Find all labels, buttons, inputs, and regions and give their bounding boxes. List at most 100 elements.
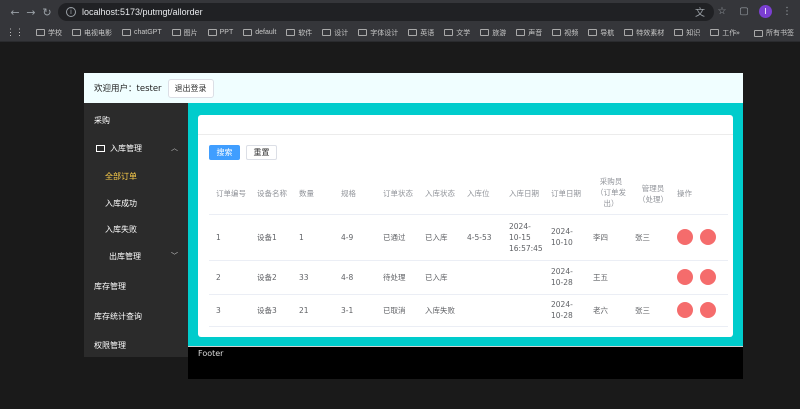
folder-icon bbox=[322, 29, 332, 36]
welcome-text: 欢迎用户：tester bbox=[94, 84, 162, 94]
column-header-line: 采购员 bbox=[599, 177, 623, 186]
bookmark-item[interactable]: 旅游 bbox=[480, 28, 506, 38]
folder-icon bbox=[72, 29, 81, 36]
column-header-line: 操作 bbox=[677, 189, 692, 198]
folder-icon bbox=[754, 29, 763, 37]
bookmark-item[interactable]: 文学 bbox=[444, 28, 470, 38]
date-cell: 2024- 10-15 16:57:45 bbox=[509, 221, 543, 254]
sidebar-item-all-orders[interactable]: 全部订单 bbox=[84, 167, 188, 185]
profile-avatar[interactable]: I bbox=[759, 4, 772, 18]
column-header: 操作 bbox=[677, 188, 692, 199]
address-bar[interactable]: i localhost:5173/putmgt/allorder bbox=[58, 3, 714, 21]
delete-button[interactable] bbox=[700, 229, 716, 245]
bookmark-label: 特效素材 bbox=[636, 29, 665, 37]
edit-button[interactable] bbox=[677, 229, 693, 245]
footer: Footer bbox=[188, 347, 743, 379]
logout-button[interactable]: 退出登录 bbox=[167, 78, 214, 98]
bookmark-item[interactable]: 导航 bbox=[588, 28, 614, 38]
bookmark-item[interactable]: default bbox=[243, 28, 276, 38]
folder-icon bbox=[36, 29, 45, 36]
table-cell: 老六 bbox=[593, 306, 608, 315]
edit-button[interactable] bbox=[677, 302, 693, 318]
bookmark-item[interactable]: 软件 bbox=[286, 28, 312, 38]
column-header: 数量 bbox=[299, 188, 314, 199]
folder-icon bbox=[444, 29, 454, 36]
delete-button[interactable] bbox=[700, 269, 716, 285]
sidebar-item-inbound-success[interactable]: 入库成功 bbox=[84, 194, 188, 212]
bookmarks-more-icon[interactable]: » bbox=[736, 29, 740, 37]
search-button[interactable]: 搜索 bbox=[209, 145, 240, 160]
table-cell: 设备2 bbox=[257, 273, 277, 282]
date-cell-line: 16:57:45 bbox=[509, 243, 543, 253]
bookmark-label: PPT bbox=[219, 29, 234, 36]
row-divider bbox=[209, 326, 728, 327]
table-cell: 3-1 bbox=[341, 306, 354, 315]
translate-icon[interactable]: 文 bbox=[693, 4, 707, 19]
folder-icon bbox=[480, 29, 490, 36]
sidebar-item-stock[interactable]: 库存管理 bbox=[84, 277, 188, 295]
delete-button[interactable] bbox=[700, 302, 716, 318]
sidebar-item-inbound-failed[interactable]: 入库失败 bbox=[84, 220, 188, 238]
date-cell-line: 10-28 bbox=[551, 278, 573, 287]
bookmark-item[interactable]: 电视电影 bbox=[72, 28, 112, 38]
column-header-line: 管理员 bbox=[641, 184, 665, 193]
table-cell: 已通过 bbox=[383, 233, 406, 242]
bookmark-label: 旅游 bbox=[492, 29, 507, 37]
menu-icon[interactable]: ⋮ bbox=[780, 4, 794, 18]
table-cell: 21 bbox=[299, 306, 309, 315]
sidebar-item-label: 库存统计查询 bbox=[94, 311, 142, 321]
bookmark-label: 文学 bbox=[456, 29, 471, 37]
sidebar-item-label: 采购 bbox=[94, 115, 110, 125]
bookmark-item[interactable]: 设计 bbox=[322, 28, 348, 38]
sidebar-item-outbound[interactable]: 出库管理 ﹀ bbox=[84, 247, 188, 265]
bookmark-item[interactable]: 图片 bbox=[171, 28, 198, 38]
row-divider bbox=[209, 260, 728, 261]
orders-card: 搜索 重置 订单编号 设备名称 数量 规格 订单状态 入库状态 入库位 入库日期 订单日期 采购员… bbox=[198, 115, 733, 337]
date-cell-line: 10-28 bbox=[551, 311, 573, 320]
folder-icon bbox=[588, 29, 598, 36]
site-info-icon[interactable]: i bbox=[66, 7, 76, 17]
table-cell: 1 bbox=[299, 233, 304, 242]
bookmark-item[interactable]: PPT bbox=[207, 28, 234, 38]
sidebar-item-label: 全部订单 bbox=[105, 171, 137, 181]
folder-icon bbox=[171, 29, 181, 36]
column-header: 采购员 （订单发 出） bbox=[591, 176, 631, 209]
all-bookmarks[interactable]: 所有书签 bbox=[766, 28, 794, 38]
bookmark-label: 设计 bbox=[334, 29, 349, 37]
sidebar-item-stock-query[interactable]: 库存统计查询 bbox=[84, 307, 188, 325]
app: 欢迎用户：tester 退出登录 采购 入库管理 ︿ 全部订单 入库成功 入库失… bbox=[0, 43, 800, 409]
reset-button[interactable]: 重置 bbox=[246, 145, 277, 160]
bookmark-item[interactable]: 知识 bbox=[674, 28, 700, 38]
bookmark-item[interactable]: chatGPT bbox=[122, 28, 162, 38]
sidebar-item-permissions[interactable]: 权限管理 bbox=[84, 336, 188, 354]
column-header: 入库日期 bbox=[509, 188, 539, 199]
apps-icon[interactable]: ⋮⋮ bbox=[6, 27, 24, 38]
table-cell: 4-8 bbox=[341, 273, 354, 282]
bookmark-label: 软件 bbox=[298, 29, 313, 37]
page-header: 欢迎用户：tester 退出登录 bbox=[84, 73, 743, 103]
date-cell-line: 2024- bbox=[551, 227, 573, 236]
bookmark-label: chatGPT bbox=[134, 29, 162, 36]
bookmark-label: 英语 bbox=[420, 29, 435, 37]
bookmark-label: 声音 bbox=[528, 29, 543, 37]
bookmark-item[interactable]: 字体设计 bbox=[358, 28, 398, 38]
table-cell: 4-9 bbox=[341, 233, 354, 242]
bookmark-item[interactable]: 视频 bbox=[552, 28, 578, 38]
bookmark-item[interactable]: 工作 bbox=[710, 28, 736, 38]
bookmark-item[interactable]: 特效素材 bbox=[624, 28, 664, 38]
column-header-line: 入库日期 bbox=[509, 189, 539, 198]
bookmark-item[interactable]: 英语 bbox=[408, 28, 434, 38]
edit-button[interactable] bbox=[677, 269, 693, 285]
bookmark-item[interactable]: 声音 bbox=[516, 28, 542, 38]
sidebar-item-label: 库存管理 bbox=[94, 281, 126, 291]
extensions-icon[interactable]: ▢ bbox=[737, 4, 751, 18]
bookmark-item[interactable]: 学校 bbox=[36, 28, 62, 38]
url-text: localhost:5173/putmgt/allorder bbox=[82, 7, 203, 17]
sidebar-item-inbound[interactable]: 入库管理 ︿ bbox=[84, 139, 188, 157]
table-cell: 已取消 bbox=[383, 306, 406, 315]
reload-icon[interactable]: ↻ bbox=[38, 3, 56, 21]
sidebar-item-purchase[interactable]: 采购 bbox=[84, 111, 188, 129]
column-header-line: 数量 bbox=[299, 189, 314, 198]
bookmark-label: 图片 bbox=[183, 29, 198, 37]
star-icon[interactable]: ☆ bbox=[715, 4, 729, 18]
